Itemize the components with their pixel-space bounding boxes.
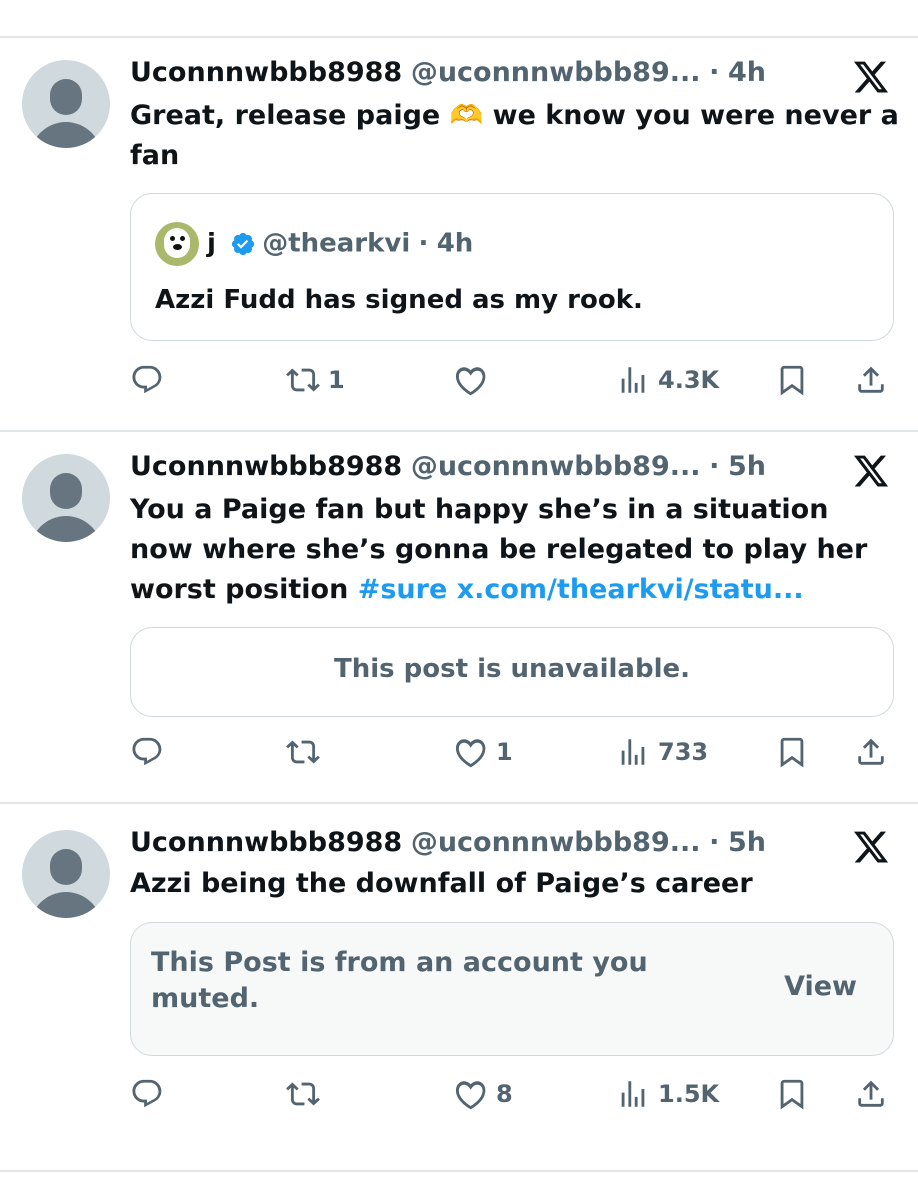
share-button[interactable] [854, 1074, 896, 1114]
divider [0, 1170, 918, 1172]
tweet-header: Uconnnwbbb8988 @uconnnwbbb89... · 5h [130, 826, 828, 860]
repost-count: 1 [328, 366, 345, 394]
user-handle[interactable]: @uconnnwbbb89... [411, 57, 701, 88]
bookmark-icon [780, 1079, 804, 1110]
views-button[interactable]: 733 [616, 732, 708, 772]
repost-icon [286, 1082, 320, 1106]
tweet-1[interactable]: Uconnnwbbb8988 @uconnnwbbb89... · 4h Gre… [0, 38, 918, 430]
quote-avatar[interactable] [155, 222, 199, 266]
reply-icon [132, 1079, 162, 1108]
quote-text: Azzi Fudd has signed as my rook. [155, 285, 643, 315]
view-count: 1.5K [658, 1080, 720, 1108]
repost-button[interactable] [286, 1074, 328, 1114]
bookmark-button[interactable] [775, 1074, 817, 1114]
share-icon [858, 1080, 884, 1107]
muted-post-card: This Post is from an account you muted. … [130, 922, 894, 1056]
tweet-header: Uconnnwbbb8988 @uconnnwbbb89... · 4h [130, 56, 828, 90]
like-button[interactable] [454, 360, 496, 400]
quoted-tweet-card[interactable]: j @thearkvi · 4h Azzi Fudd has signed as… [130, 193, 894, 341]
like-button[interactable]: 8 [454, 1074, 513, 1114]
views-button[interactable]: 1.5K [616, 1074, 719, 1114]
views-button[interactable]: 4.3K [616, 360, 719, 400]
unavailable-post-card: This post is unavailable. [130, 627, 894, 717]
separator-dot: · [418, 228, 429, 259]
quote-header: j @thearkvi · 4h [155, 222, 473, 266]
tweet-text: Azzi being the downfall of Paige’s caree… [130, 868, 753, 899]
tweet-3[interactable]: Uconnnwbbb8988 @uconnnwbbb89... · 5h Azz… [0, 804, 918, 1170]
verified-badge-icon [232, 232, 255, 256]
quote-display-name[interactable]: j [207, 229, 216, 259]
views-icon [621, 367, 645, 393]
quote-timestamp[interactable]: 4h [437, 229, 474, 259]
unavailable-notice: This post is unavailable. [333, 654, 690, 684]
avatar[interactable] [22, 60, 110, 148]
tweet-text-part: Great, release paige [130, 100, 450, 131]
repost-button[interactable] [286, 732, 328, 772]
tweet-2[interactable]: Uconnnwbbb8988 @uconnnwbbb89... · 5h You… [0, 432, 918, 802]
timestamp[interactable]: 5h [728, 451, 766, 482]
like-count: 8 [496, 1080, 513, 1108]
user-handle[interactable]: @uconnnwbbb89... [411, 827, 701, 858]
separator-dot: · [709, 57, 720, 88]
separator-dot: · [709, 451, 720, 482]
heart-icon [455, 1081, 486, 1110]
avatar[interactable] [22, 830, 110, 918]
bookmark-button[interactable] [775, 732, 817, 772]
display-name[interactable]: Uconnnwbbb8988 [130, 827, 402, 858]
action-bar: 8 1.5K [130, 1074, 895, 1114]
timestamp[interactable]: 5h [728, 827, 766, 858]
repost-icon [286, 740, 320, 764]
previous-tweet-actions-cutoff [0, 0, 918, 14]
tweet-header: Uconnnwbbb8988 @uconnnwbbb89... · 5h [130, 450, 828, 484]
heart-icon [455, 739, 486, 768]
bookmark-icon [780, 365, 804, 396]
avatar[interactable] [22, 454, 110, 542]
x-logo-icon[interactable] [852, 58, 890, 96]
share-button[interactable] [854, 360, 896, 400]
display-name[interactable]: Uconnnwbbb8988 [130, 57, 402, 88]
view-button[interactable]: View [784, 971, 857, 1002]
repost-button[interactable]: 1 [286, 360, 345, 400]
bookmark-icon [780, 737, 804, 768]
like-button[interactable]: 1 [454, 732, 513, 772]
url-link[interactable]: x.com/thearkvi/statu... [457, 574, 804, 605]
separator-dot: · [709, 827, 720, 858]
heart-hands-emoji: 🫶 [449, 100, 484, 131]
heart-icon [455, 367, 486, 396]
share-icon [858, 366, 884, 393]
share-button[interactable] [854, 732, 896, 772]
user-handle[interactable]: @uconnnwbbb89... [411, 451, 701, 482]
x-logo-icon[interactable] [852, 452, 890, 490]
reply-button[interactable] [130, 1074, 172, 1114]
hashtag-link[interactable]: #sure [358, 574, 448, 605]
action-bar: 1 4.3K [130, 360, 895, 400]
tweet-text: You a Paige fan but happy she’s in a sit… [130, 490, 900, 610]
x-logo-icon[interactable] [852, 828, 890, 866]
action-bar: 1 733 [130, 732, 895, 772]
share-icon [858, 738, 884, 765]
quote-handle[interactable]: @thearkvi [262, 229, 410, 259]
view-count: 733 [658, 738, 709, 766]
display-name[interactable]: Uconnnwbbb8988 [130, 451, 402, 482]
bookmark-button[interactable] [775, 360, 817, 400]
muted-notice: This Post is from an account you muted. [151, 947, 648, 1014]
tweet-text: Great, release paige 🫶 we know you were … [130, 96, 900, 176]
views-icon [621, 1081, 645, 1107]
reply-button[interactable] [130, 360, 172, 400]
view-count: 4.3K [658, 366, 720, 394]
reply-icon [132, 365, 162, 394]
repost-icon [286, 368, 320, 392]
reply-button[interactable] [130, 732, 172, 772]
reply-icon [132, 737, 162, 766]
views-icon [621, 739, 645, 765]
like-count: 1 [496, 738, 513, 766]
timestamp[interactable]: 4h [728, 57, 766, 88]
